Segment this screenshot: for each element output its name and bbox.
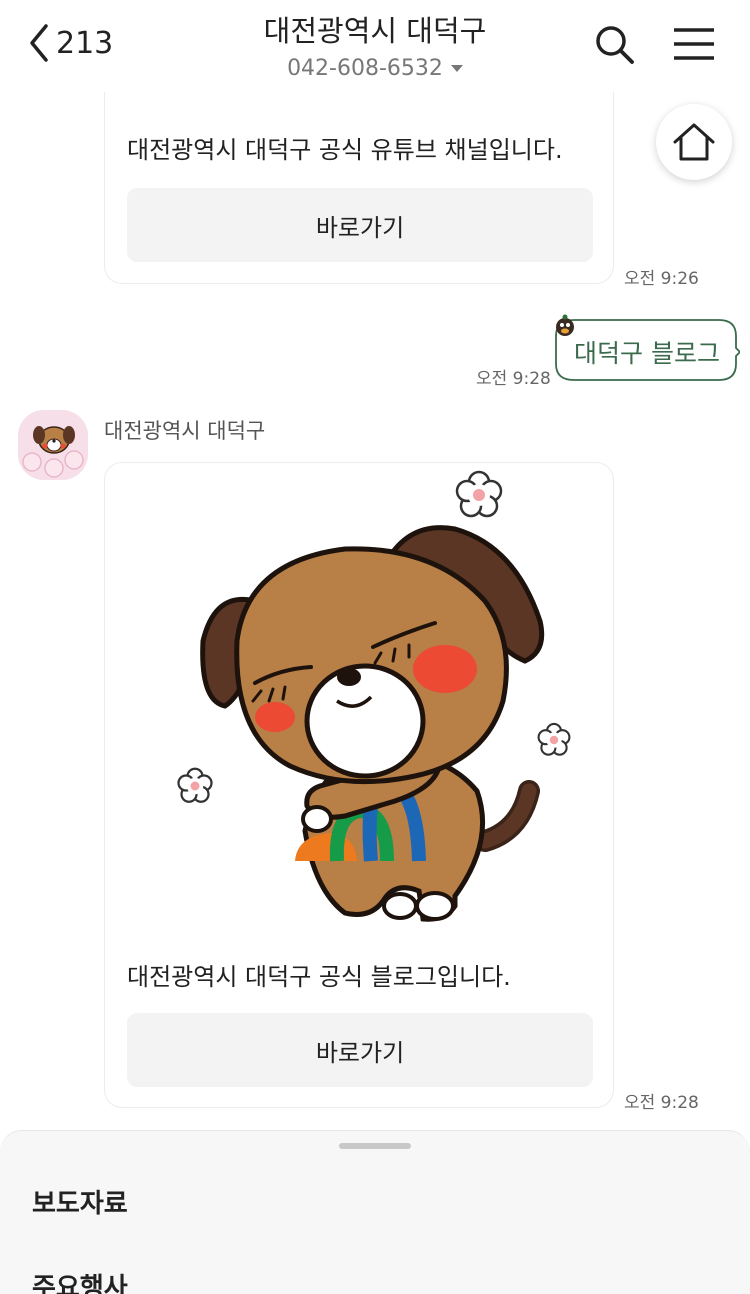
message-text: 대전광역시 대덕구 공식 블로그입니다. (127, 963, 511, 991)
phone-number: 042-608-6532 (287, 56, 443, 81)
back-button[interactable]: 213 (28, 20, 113, 66)
phone-selector[interactable]: 042-608-6532 (287, 56, 463, 81)
home-icon (673, 123, 715, 161)
sender-name: 대전광역시 대덕구 (104, 419, 266, 443)
message-time: 오전 9:26 (624, 269, 699, 289)
unread-count: 213 (56, 25, 114, 61)
user-message-bubble: 대덕구 블로그 (554, 314, 740, 382)
chat-title: 대전광역시 대덕구 (263, 14, 487, 48)
goto-button[interactable]: 바로가기 (127, 188, 593, 262)
search-icon[interactable] (594, 24, 636, 66)
caret-down-icon (450, 65, 463, 72)
chat-title-area[interactable]: 대전광역시 대덕구 042-608-6532 (180, 8, 570, 81)
chevron-left-icon (30, 24, 48, 62)
goto-button[interactable]: 바로가기 (127, 1013, 593, 1087)
drag-handle[interactable] (339, 1143, 411, 1149)
message-time: 오전 9:28 (624, 1093, 699, 1113)
message-text: 대전광역시 대덕구 공식 유튜브 채널입니다. (127, 136, 563, 164)
user-message-text: 대덕구 블로그 (574, 339, 720, 368)
dog-mascot-sticker-image (177, 470, 571, 922)
bottom-menu-sheet: 보도자료 주요행사 (0, 1130, 750, 1294)
dog-character-icon (18, 410, 88, 480)
chat-header: 213 대전광역시 대덕구 042-608-6532 (0, 0, 750, 92)
message-card: 대전광역시 대덕구 공식 유튜브 채널입니다. 바로가기 (104, 60, 614, 284)
home-button[interactable] (656, 104, 732, 180)
message-card: 대전광역시 대덕구 공식 블로그입니다. 바로가기 (104, 462, 614, 1108)
message-time: 오전 9:28 (476, 369, 551, 389)
chat-screen: 213 대전광역시 대덕구 042-608-6532 대전광역시 대덕구 공식 … (0, 0, 750, 1294)
menu-item-events[interactable]: 주요행사 (32, 1267, 128, 1294)
menu-item-press-release[interactable]: 보도자료 (32, 1183, 128, 1220)
sender-avatar[interactable] (18, 410, 88, 480)
hamburger-menu-icon[interactable] (672, 26, 716, 62)
